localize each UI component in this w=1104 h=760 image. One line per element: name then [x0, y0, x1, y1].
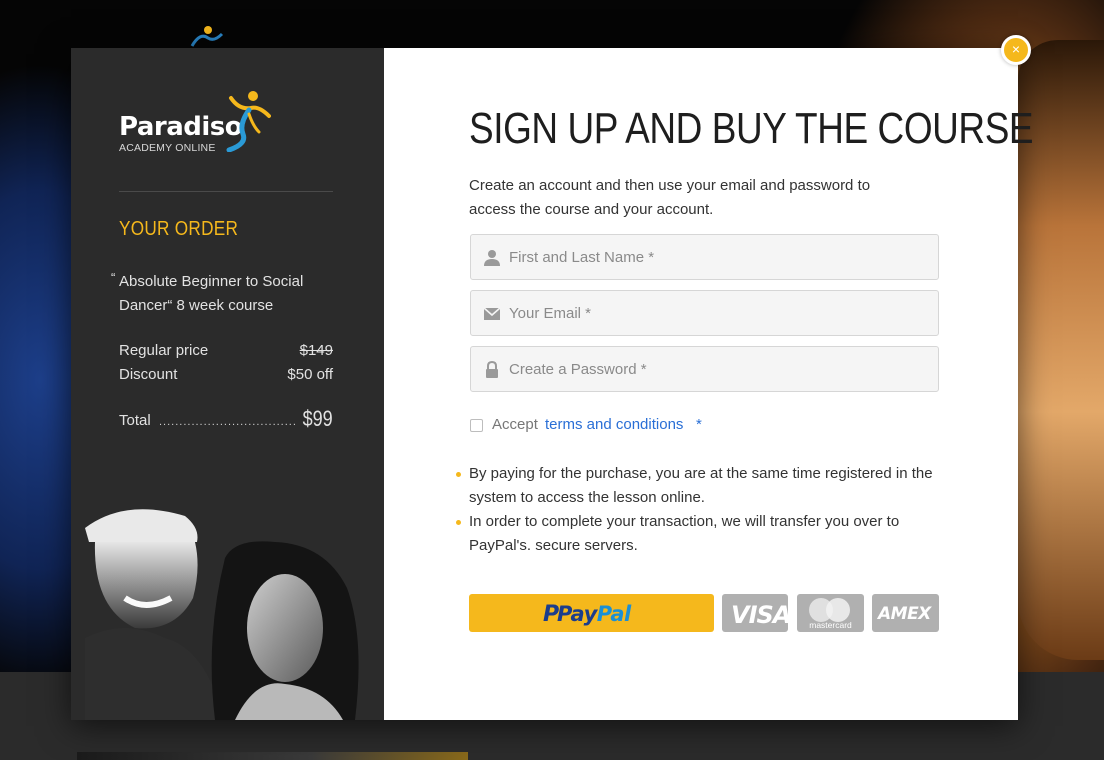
background-card	[77, 752, 468, 760]
form-heading: SIGN UP AND BUY THE COURSE	[469, 104, 1034, 153]
divider	[119, 191, 333, 192]
discount-label: Discount	[119, 366, 178, 383]
mastercard-badge: mastercard	[797, 594, 864, 632]
required-mark: *	[696, 416, 702, 433]
bullet-icon	[456, 520, 461, 525]
envelope-icon	[483, 307, 501, 320]
dot-leader: ........................................…	[159, 416, 296, 428]
bullet-icon	[456, 472, 461, 477]
logo-tagline: ACADEMY ONLINE	[119, 142, 216, 154]
list-item: By paying for the purchase, you are at t…	[456, 462, 939, 510]
form-intro: Create an account and then use your emai…	[469, 177, 871, 218]
list-item: In order to complete your transaction, w…	[456, 510, 939, 558]
email-field[interactable]	[470, 290, 939, 336]
signup-modal: Paradiso ACADEMY ONLINE YOUR ORDER “ Abs…	[71, 48, 1034, 720]
info-list: By paying for the purchase, you are at t…	[456, 462, 939, 558]
order-summary-panel: Paradiso ACADEMY ONLINE YOUR ORDER “ Abs…	[71, 48, 384, 720]
amex-logo: AMEX	[878, 604, 931, 624]
discount-value: $50 off	[287, 366, 333, 383]
instructors-photo	[85, 509, 359, 720]
paypal-logo: PayPal	[557, 602, 631, 626]
amex-badge: AMEX	[872, 594, 939, 632]
terms-link[interactable]: terms and conditions	[545, 416, 683, 433]
lock-icon	[486, 361, 498, 378]
regular-price-value: $149	[299, 342, 333, 359]
paypal-button[interactable]: P PayPal	[469, 594, 714, 632]
brand-logo: Paradiso ACADEMY ONLINE	[119, 88, 279, 154]
regular-price-label: Regular price	[119, 342, 209, 359]
order-title: YOUR ORDER	[119, 218, 239, 240]
name-input[interactable]	[509, 235, 929, 279]
email-input[interactable]	[509, 291, 929, 335]
visa-logo: VISA	[731, 601, 791, 629]
terms-checkbox[interactable]	[470, 419, 483, 432]
course-name: “ Absolute Beginner to Social Dancer“ 8 …	[111, 270, 333, 318]
quote-mark: “	[111, 270, 116, 285]
user-icon	[484, 250, 500, 266]
mastercard-circle-icon	[826, 598, 850, 622]
signup-form-panel: SIGN UP AND BUY THE COURSE Create an acc…	[384, 48, 1034, 720]
course-name-text: Absolute Beginner to Social Dancer“ 8 we…	[119, 273, 304, 314]
dancer-logo-icon	[226, 91, 271, 152]
mastercard-logo: mastercard	[809, 620, 852, 630]
password-field[interactable]	[470, 346, 939, 392]
name-field[interactable]	[470, 234, 939, 280]
total-value: $99	[302, 406, 333, 431]
accept-label: Accept	[492, 416, 538, 433]
password-input[interactable]	[509, 347, 929, 391]
visa-badge: VISA	[722, 594, 791, 632]
total-label: Total	[119, 412, 151, 429]
close-button[interactable]: ×	[1001, 35, 1031, 65]
